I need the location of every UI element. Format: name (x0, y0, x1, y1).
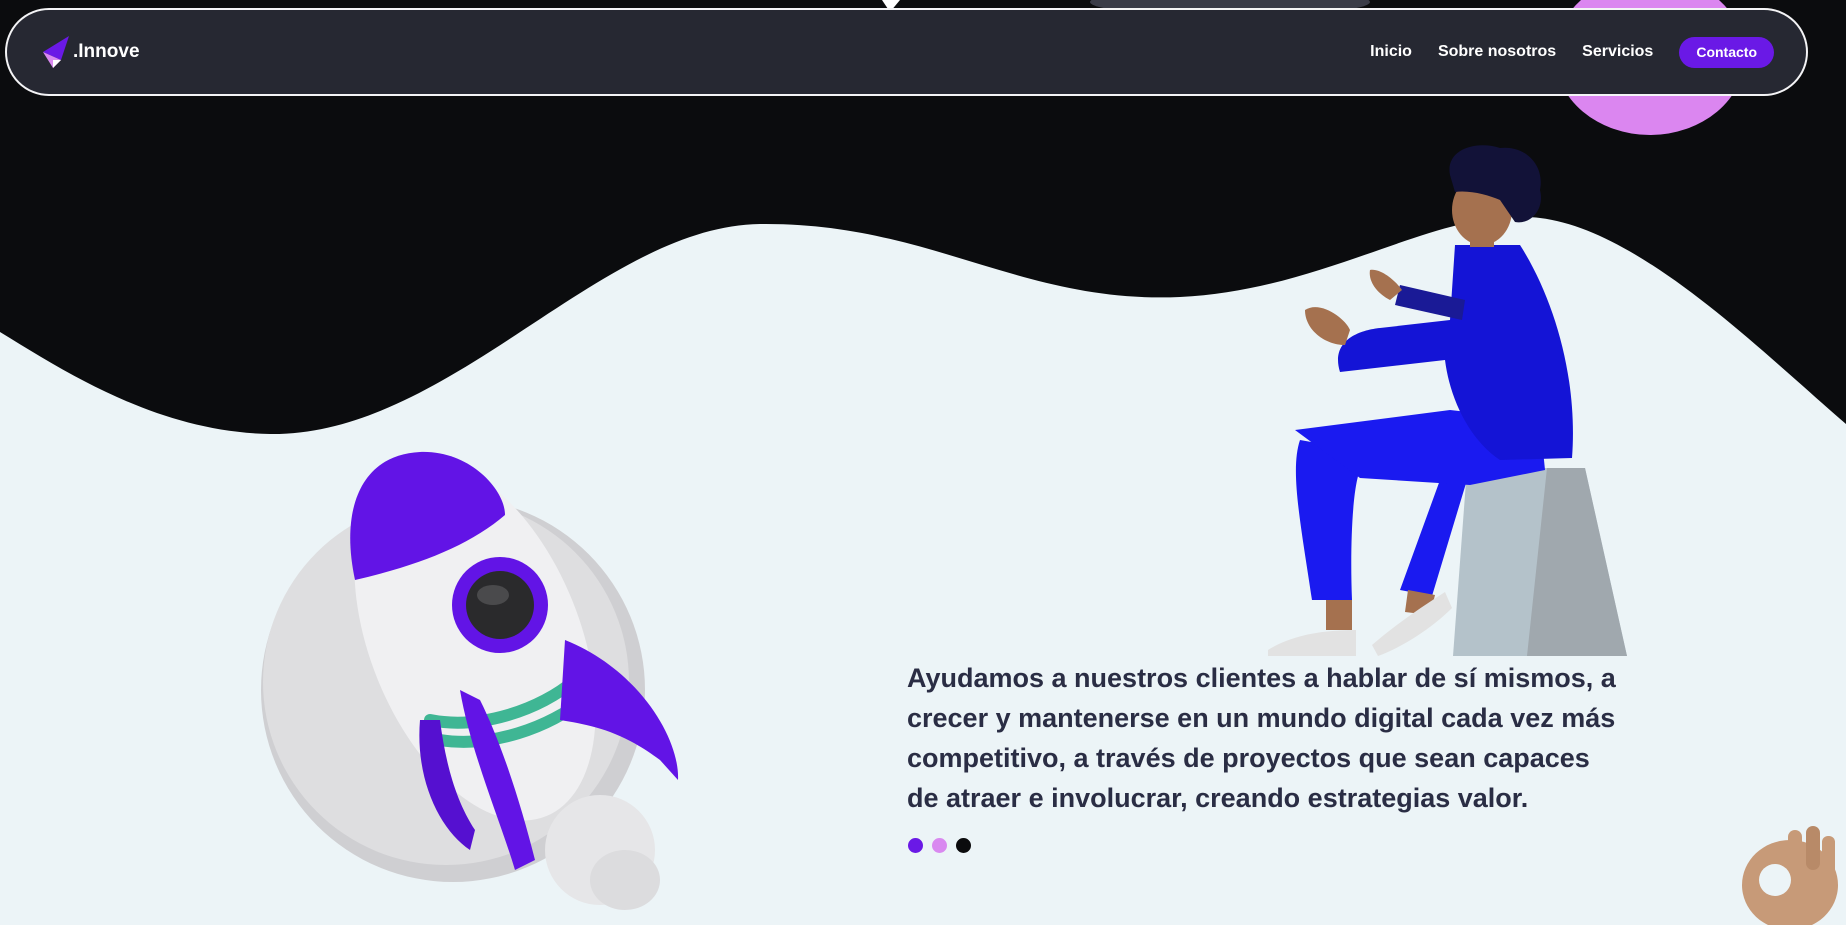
nav-link-inicio[interactable]: Inicio (1370, 43, 1412, 61)
nav-link-servicios[interactable]: Servicios (1582, 43, 1653, 61)
contact-button[interactable]: Contacto (1679, 36, 1774, 68)
brand-logo[interactable]: .Innove (41, 34, 140, 70)
carousel-dot-2[interactable] (932, 838, 947, 853)
logo-icon (43, 36, 69, 68)
carousel-dot-1[interactable] (908, 838, 923, 853)
navbar: .Innove Inicio Sobre nosotros Servicios … (5, 8, 1808, 96)
carousel-dot-3[interactable] (956, 838, 971, 853)
ok-hand-emoji (1742, 826, 1838, 925)
hero-headline: Ayudamos a nuestros clientes a hablar de… (907, 663, 1616, 813)
rocket-illustration (261, 451, 679, 910)
nav-link-sobre-nosotros[interactable]: Sobre nosotros (1438, 43, 1556, 61)
carousel-dots (908, 838, 980, 853)
nav-menu: Inicio Sobre nosotros Servicios Contacto (1370, 36, 1774, 68)
brand-name: .Innove (73, 41, 140, 62)
